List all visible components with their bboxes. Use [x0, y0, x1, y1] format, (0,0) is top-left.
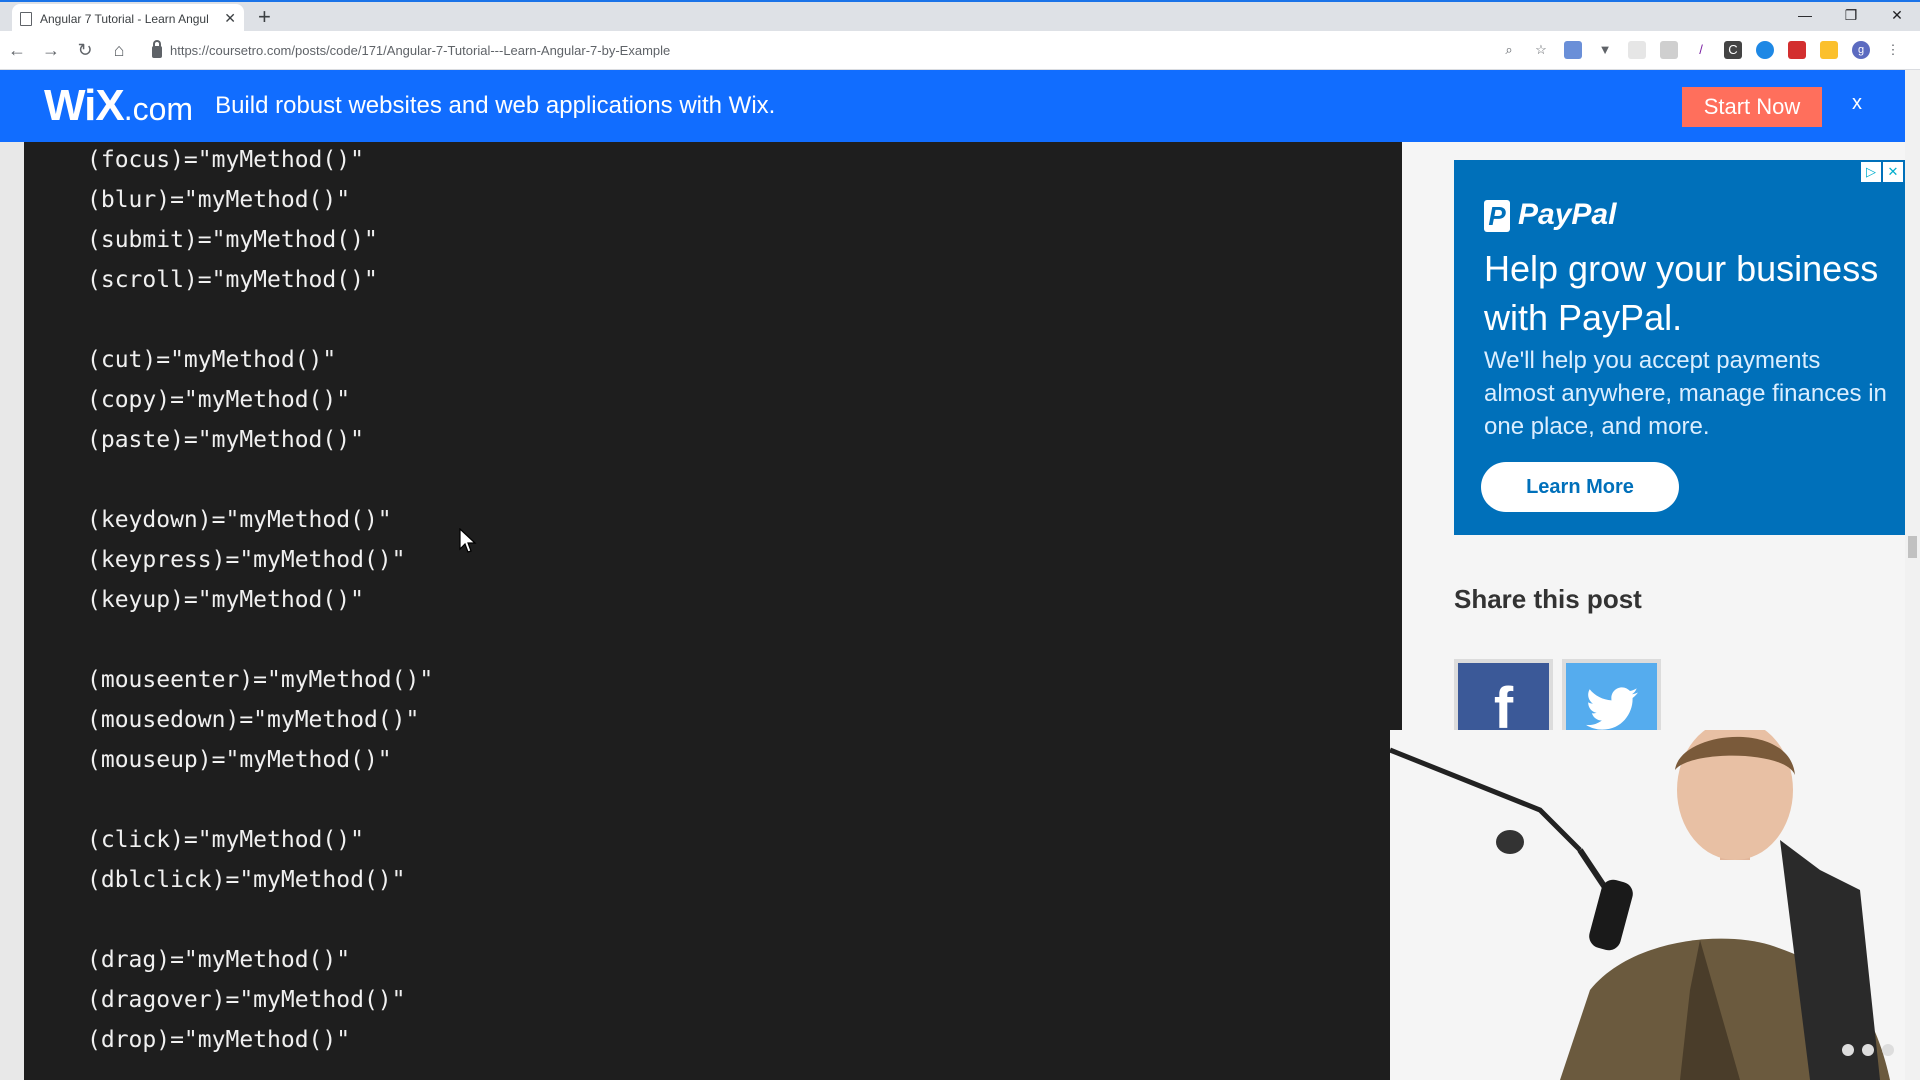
forward-button[interactable]: →	[34, 33, 68, 67]
window-controls: — ❐ ✕	[1782, 2, 1920, 28]
code-line: (paste)="myMethod()"	[87, 427, 364, 453]
banner-close-button[interactable]: x	[1852, 92, 1862, 115]
scrollbar-thumb[interactable]	[1908, 536, 1917, 558]
close-tab-icon[interactable]: ✕	[224, 10, 236, 27]
browser-toolbar: ← → ↻ ⌂ https://coursetro.com/posts/code…	[0, 31, 1920, 70]
new-tab-button[interactable]: +	[258, 6, 271, 28]
code-line: (mouseup)="myMethod()"	[87, 747, 392, 773]
code-line: (dblclick)="myMethod()"	[87, 867, 406, 893]
code-line: (dragover)="myMethod()"	[87, 987, 406, 1013]
extension-icon[interactable]: ▼	[1596, 41, 1614, 59]
code-line: (keypress)="myMethod()"	[87, 547, 406, 573]
learn-more-button[interactable]: Learn More	[1481, 462, 1679, 512]
wix-banner: WiX.com Build robust websites and web ap…	[0, 70, 1905, 142]
profile-avatar[interactable]: g	[1852, 41, 1870, 59]
extension-icon[interactable]	[1628, 41, 1646, 59]
extension-icon[interactable]: /	[1692, 41, 1710, 59]
tab-title: Angular 7 Tutorial - Learn Angul	[40, 11, 209, 26]
url-text: https://coursetro.com/posts/code/171/Ang…	[170, 42, 671, 58]
extension-icon[interactable]	[1820, 41, 1838, 59]
close-window-button[interactable]: ✕	[1874, 2, 1920, 28]
code-line: (mouseenter)="myMethod()"	[87, 667, 434, 693]
code-line: (keyup)="myMethod()"	[87, 587, 364, 613]
code-line: (focus)="myMethod()"	[87, 147, 364, 173]
paypal-ad[interactable]: ▷ ✕ P PayPal Help grow your business with…	[1454, 160, 1905, 535]
code-line: (cut)="myMethod()"	[87, 347, 337, 373]
ad-headline: Help grow your business with PayPal.	[1484, 248, 1879, 338]
ad-close-icon[interactable]: ✕	[1883, 162, 1903, 182]
code-line: (drag)="myMethod()"	[87, 947, 351, 973]
page-gutter	[0, 142, 24, 1080]
address-bar[interactable]: https://coursetro.com/posts/code/171/Ang…	[142, 35, 1482, 65]
back-button[interactable]: ←	[0, 33, 34, 67]
mouse-cursor-icon	[459, 528, 477, 553]
code-line: (click)="myMethod()"	[87, 827, 364, 853]
code-line: (mousedown)="myMethod()"	[87, 707, 420, 733]
page-icon	[20, 11, 32, 26]
paypal-icon: P	[1484, 200, 1510, 233]
extensions-area: ⌕ ☆ ▼ / C g ⋮	[1500, 41, 1902, 59]
extension-icon[interactable]	[1788, 41, 1806, 59]
extension-icon[interactable]: C	[1724, 41, 1742, 59]
code-line: (keydown)="myMethod()"	[87, 507, 392, 533]
webcam-overlay	[1390, 730, 1905, 1080]
page-scrollbar[interactable]	[1905, 70, 1920, 1080]
reload-button[interactable]: ↻	[68, 33, 102, 67]
minimize-button[interactable]: —	[1782, 2, 1828, 28]
ad-body: We'll help you accept payments almost an…	[1484, 347, 1887, 440]
code-line: (copy)="myMethod()"	[87, 387, 351, 413]
ad-choices[interactable]: ▷ ✕	[1861, 162, 1903, 182]
code-line: (drop)="myMethod()"	[87, 1027, 351, 1053]
share-title: Share this post	[1454, 584, 1642, 614]
paypal-logo: P PayPal	[1484, 198, 1616, 233]
extension-icon[interactable]	[1660, 41, 1678, 59]
banner-text: Build robust websites and web applicatio…	[215, 92, 776, 119]
browser-tab[interactable]: Angular 7 Tutorial - Learn Angul ✕	[12, 4, 244, 33]
extension-icon[interactable]	[1756, 41, 1774, 59]
menu-icon[interactable]: ⋮	[1884, 41, 1902, 59]
bookmark-star-icon[interactable]: ☆	[1532, 41, 1550, 59]
ad-info-icon[interactable]: ▷	[1861, 162, 1881, 182]
code-line: (blur)="myMethod()"	[87, 187, 351, 213]
restore-button[interactable]: ❐	[1828, 2, 1874, 28]
code-block: (focus)="myMethod()" (blur)="myMethod()" (…	[24, 142, 1402, 1080]
wix-logo[interactable]: WiX.com	[44, 81, 193, 131]
video-overlay-dots	[1842, 1044, 1894, 1056]
tab-strip: Angular 7 Tutorial - Learn Angul ✕ + — ❐…	[0, 0, 1920, 33]
lock-icon	[152, 40, 162, 58]
code-line: (scroll)="myMethod()"	[87, 267, 378, 293]
code-line: (submit)="myMethod()"	[87, 227, 378, 253]
start-now-button[interactable]: Start Now	[1682, 87, 1822, 127]
twitter-icon	[1585, 686, 1638, 730]
extension-icon[interactable]	[1564, 41, 1582, 59]
home-button[interactable]: ⌂	[102, 33, 136, 67]
zoom-icon[interactable]: ⌕	[1500, 41, 1518, 59]
